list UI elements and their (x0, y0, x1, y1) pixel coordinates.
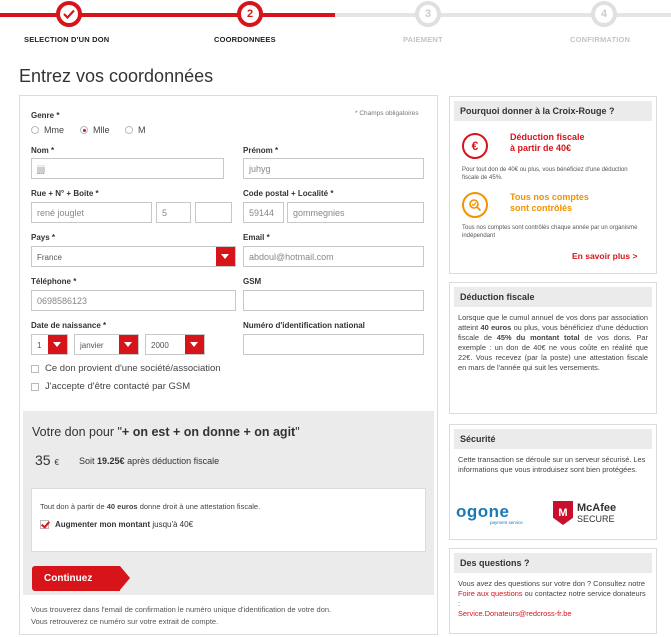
step-1-check-icon (56, 1, 82, 27)
why-panel: Pourquoi donner à la Croix-Rouge ? (449, 96, 657, 274)
ogone-logo: ogone payment service (456, 502, 523, 525)
augment-checkbox[interactable]: Augmenter mon montant jusqu'à 40€ (40, 520, 193, 529)
gsm-input[interactable] (243, 290, 424, 311)
nin-label: Numéro d'identification national (243, 321, 365, 330)
pays-label: Pays * (31, 233, 56, 242)
feature-2-title: Tous nos comptes sont contrôlés (510, 192, 589, 213)
security-title: Sécurité (454, 429, 652, 449)
step-line-done (0, 13, 250, 17)
checkbox-gsm[interactable]: J'accepte d'être contacté par GSM (31, 381, 190, 392)
rue-input[interactable]: rené jouglet (31, 202, 152, 223)
genre-label: Genre * (31, 111, 60, 120)
deduction-title: Déduction fiscale (454, 287, 652, 307)
faq-link[interactable]: Foire aux questions (458, 589, 523, 598)
nom-label: Nom * (31, 146, 55, 155)
deduction-text: Lorsque que le cumul annuel de vos dons … (458, 313, 648, 372)
nom-input[interactable]: jjjj (31, 158, 224, 179)
chevron-down-icon (216, 247, 235, 266)
email-input[interactable]: abdoul@hotmail.com (243, 246, 424, 267)
prenom-label: Prénom * (243, 146, 279, 155)
telephone-input[interactable]: 0698586123 (31, 290, 236, 311)
checkbox-societe[interactable]: Ce don provient d'une société/associatio… (31, 363, 221, 374)
donation-amount: 35 € (35, 452, 59, 468)
mcafee-logo: McAfee SECURE (577, 502, 617, 524)
radio-mme[interactable]: Mme (31, 125, 64, 135)
pays-select[interactable]: France (31, 246, 236, 267)
questions-title: Des questions ? (454, 553, 652, 573)
footnote-2: Vous retrouverez ce numéro sur votre ext… (31, 617, 219, 626)
email-label: Email * (243, 233, 270, 242)
cp-label: Code postal + Localité * (243, 189, 334, 198)
numero-input[interactable]: 5 (156, 202, 191, 223)
step-4-circle: 4 (591, 1, 617, 27)
required-note: * Champs obligatoires (355, 110, 419, 117)
questions-text: Vous avez des questions sur votre don ? … (458, 579, 646, 618)
magnifier-check-icon (462, 192, 488, 218)
continue-button[interactable]: Continuez (32, 566, 130, 591)
donation-title: Votre don pour "+ on est + on donne + on… (32, 425, 300, 439)
progress-stepper: 2 3 4 SELECTION D'UN DON COORDONNEES PAI… (0, 0, 671, 50)
learn-more-link[interactable]: En savoir plus > (572, 251, 663, 261)
dob-year-select[interactable]: 2000 (145, 334, 205, 355)
dob-day-select[interactable]: 1 (31, 334, 68, 355)
nin-input[interactable] (243, 334, 424, 355)
euro-icon: € (462, 133, 488, 159)
step-1-label: SELECTION D'UN DON (24, 35, 110, 44)
donor-email-link[interactable]: Service.Donateurs@redcross-fr.be (458, 609, 571, 618)
step-line-todo (335, 13, 671, 17)
localite-input[interactable]: gommegnies (287, 202, 424, 223)
feature-1-title: Déduction fiscale à partir de 40€ (510, 132, 585, 153)
radio-mlle[interactable]: Mlle (80, 125, 110, 135)
gsm-label: GSM (243, 277, 262, 286)
cp-input[interactable]: 59144 (243, 202, 284, 223)
donation-after-tax: Soit 19.25€ après déduction fiscale (79, 456, 220, 466)
why-title: Pourquoi donner à la Croix-Rouge ? (454, 101, 652, 121)
step-3-circle: 3 (415, 1, 441, 27)
page-title: Entrez vos coordonnées (19, 66, 214, 86)
step-3-label: PAIEMENT (403, 35, 443, 44)
check-icon (40, 520, 49, 529)
deduction-panel: Déduction fiscale Lorsque que le cumul a… (449, 282, 657, 414)
chevron-down-icon (119, 335, 138, 354)
step-4-label: CONFIRMATION (570, 35, 631, 44)
chevron-down-icon (48, 335, 67, 354)
questions-panel: Des questions ? Vous avez des questions … (449, 548, 657, 634)
rue-label: Rue + N° + Boite * (31, 189, 99, 198)
dob-month-select[interactable]: janvier (74, 334, 139, 355)
footnote-1: Vous trouverez dans l'email de confirmat… (31, 605, 332, 614)
attestation-text: Tout don à partir de 40 euros donne droi… (40, 502, 261, 511)
feature-2-desc: Tous nos comptes sont contrôlés chaque a… (462, 225, 638, 239)
chevron-down-icon (185, 335, 204, 354)
step-2-circle: 2 (237, 1, 263, 27)
prenom-input[interactable]: juhyg (243, 158, 424, 179)
telephone-label: Téléphone * (31, 277, 77, 286)
boite-input[interactable] (195, 202, 232, 223)
dob-label: Date de naissance * (31, 321, 107, 330)
radio-m[interactable]: M (125, 125, 146, 135)
feature-1-desc: Pour tout don de 40€ ou plus, vous bénéf… (462, 167, 628, 181)
security-text: Cette transaction se déroule sur un serv… (458, 455, 646, 474)
step-2-label: COORDONNEES (214, 35, 276, 44)
